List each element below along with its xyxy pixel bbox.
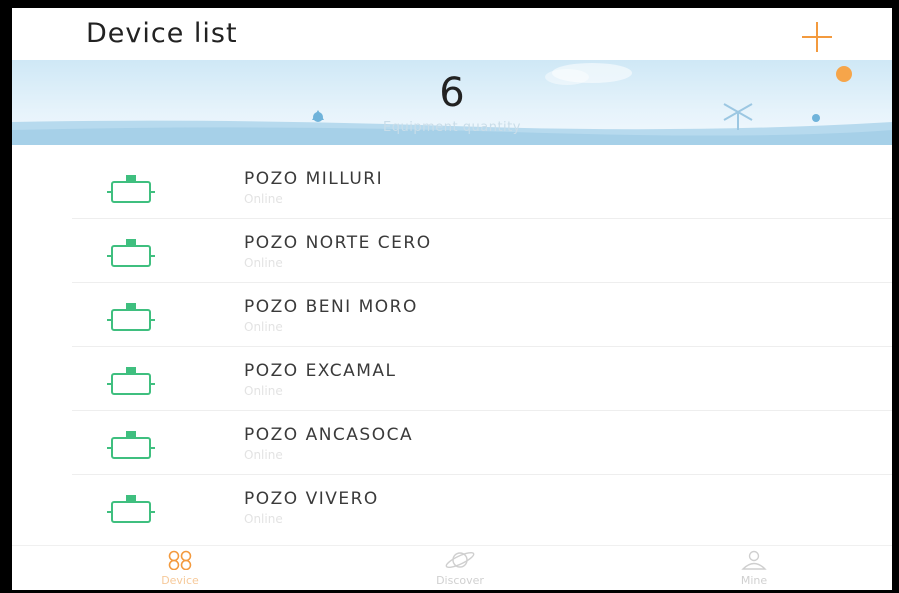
device-name: POZO VIVERO <box>244 489 379 509</box>
bottom-tab-bar: Device Discover Mine <box>12 545 892 590</box>
device-name: POZO MILLURI <box>244 169 384 189</box>
device-status: Online <box>244 512 283 526</box>
device-status: Online <box>244 192 283 206</box>
device-list: POZO MILLURI Online POZO NORTE CERO Onli… <box>12 155 892 539</box>
plus-icon <box>802 22 832 52</box>
device-name: POZO NORTE CERO <box>244 233 432 253</box>
device-name: POZO EXCAMAL <box>244 361 397 381</box>
tab-mine[interactable]: Mine <box>684 550 824 590</box>
device-status: Online <box>244 384 283 398</box>
device-name: POZO ANCASOCA <box>244 425 414 445</box>
app-screen: Device list 6 Equipment quantity POZO MI… <box>12 8 892 590</box>
add-device-button[interactable] <box>800 20 834 54</box>
device-status: Online <box>244 320 283 334</box>
device-status: Online <box>244 448 283 462</box>
tab-discover[interactable]: Discover <box>390 550 530 590</box>
equipment-summary-banner: 6 Equipment quantity <box>12 60 892 145</box>
device-status: Online <box>244 256 283 270</box>
device-row[interactable]: POZO BENI MORO Online <box>12 283 892 347</box>
device-row[interactable]: POZO VIVERO Online <box>12 475 892 539</box>
device-name: POZO BENI MORO <box>244 297 418 317</box>
tab-device-label: Device <box>161 574 199 587</box>
device-row[interactable]: POZO ANCASOCA Online <box>12 411 892 475</box>
equipment-count-label: Equipment quantity <box>383 120 521 135</box>
device-row[interactable]: POZO MILLURI Online <box>12 155 892 219</box>
device-icon <box>107 303 155 331</box>
user-icon <box>741 550 767 570</box>
top-bar: Device list <box>12 8 892 60</box>
device-icon <box>107 495 155 523</box>
page-title: Device list <box>86 18 238 49</box>
device-icon <box>107 175 155 203</box>
device-row[interactable]: POZO NORTE CERO Online <box>12 219 892 283</box>
tab-discover-label: Discover <box>436 574 484 587</box>
tab-mine-label: Mine <box>740 574 768 587</box>
device-row[interactable]: POZO EXCAMAL Online <box>12 347 892 411</box>
device-icon <box>107 239 155 267</box>
device-icon <box>107 431 155 459</box>
tab-device[interactable]: Device <box>110 550 250 590</box>
equipment-count: 6 <box>439 70 465 116</box>
device-tab-icon <box>168 550 192 570</box>
device-icon <box>107 367 155 395</box>
planet-icon <box>445 551 475 569</box>
